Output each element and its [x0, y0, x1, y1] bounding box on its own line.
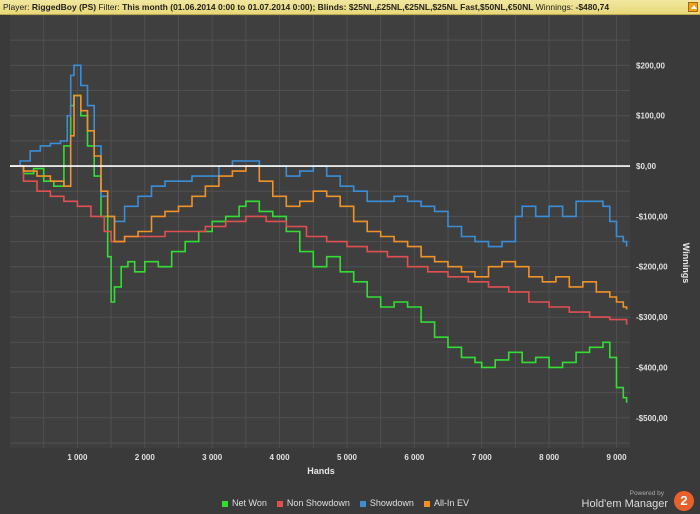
winnings-label: Winnings:	[535, 2, 574, 12]
y-axis-label: Winnings	[681, 243, 691, 283]
product-name: Hold'em Manager	[581, 498, 668, 510]
y-tick-label: -$300,00	[636, 313, 668, 322]
winnings-chart: $200,00 $100,00 $0,00 -$100,00 -$200,00 -$300…	[10, 15, 691, 476]
collapse-button[interactable]	[688, 2, 698, 12]
y-tick-label: $200,00	[636, 61, 665, 70]
legend-swatch	[423, 500, 430, 507]
y-tick-label: -$400,00	[636, 363, 668, 372]
legend-label: Showdown	[369, 498, 414, 508]
hem2-logo-icon: 2	[674, 491, 694, 511]
legend-item[interactable]: All-In EV	[423, 498, 469, 508]
legend-swatch	[222, 500, 228, 507]
y-tick-label: -$500,00	[636, 414, 668, 423]
y-tick-label: $100,00	[636, 112, 665, 121]
legend-label: Non Showdown	[286, 498, 350, 508]
x-axis-ticks: 1 000 2 000 3 000 4 000 5 000 6 000 7 000 8 000…	[67, 453, 627, 462]
legend-swatch	[359, 500, 366, 507]
legend-item[interactable]: Net Won	[222, 498, 267, 508]
y-tick-label: $0,00	[636, 162, 657, 171]
x-tick-label: 8 000	[539, 453, 560, 462]
x-tick-label: 5 000	[337, 453, 358, 462]
chart-grid	[10, 15, 630, 448]
legend-item[interactable]: Non Showdown	[276, 498, 350, 508]
x-tick-label: 3 000	[202, 453, 223, 462]
legend-label: All-In EV	[433, 498, 469, 508]
chart-legend: Net Won Non Showdown Showdown All-In EV	[222, 498, 479, 508]
filter-value: This month (01.06.2014 0:00 to 01.07.201…	[122, 2, 534, 12]
y-tick-label: -$200,00	[636, 263, 668, 272]
y-axis-ticks: $200,00 $100,00 $0,00 -$100,00 -$200,00 -$300…	[636, 61, 668, 422]
x-tick-label: 2 000	[135, 453, 156, 462]
x-tick-label: 1 000	[67, 453, 88, 462]
powered-by-text: Powered by	[629, 490, 664, 497]
x-tick-label: 4 000	[270, 453, 291, 462]
x-tick-label: 6 000	[404, 453, 425, 462]
legend-swatch	[276, 500, 283, 507]
player-label: Player:	[3, 2, 30, 12]
plot-area	[10, 15, 630, 448]
y-tick-label: -$100,00	[636, 212, 668, 221]
legend-label: Net Won	[232, 498, 267, 508]
report-header: Player: RiggedBoy (PS) Filter: This mont…	[0, 0, 700, 15]
x-axis-label: Hands	[307, 466, 335, 476]
winnings-value: -$480,74	[575, 2, 610, 12]
x-tick-label: 9 000	[607, 453, 628, 462]
legend-item[interactable]: Showdown	[359, 498, 414, 508]
filter-label: Filter:	[98, 2, 120, 12]
player-value: RiggedBoy (PS)	[31, 2, 97, 12]
x-tick-label: 7 000	[472, 453, 493, 462]
